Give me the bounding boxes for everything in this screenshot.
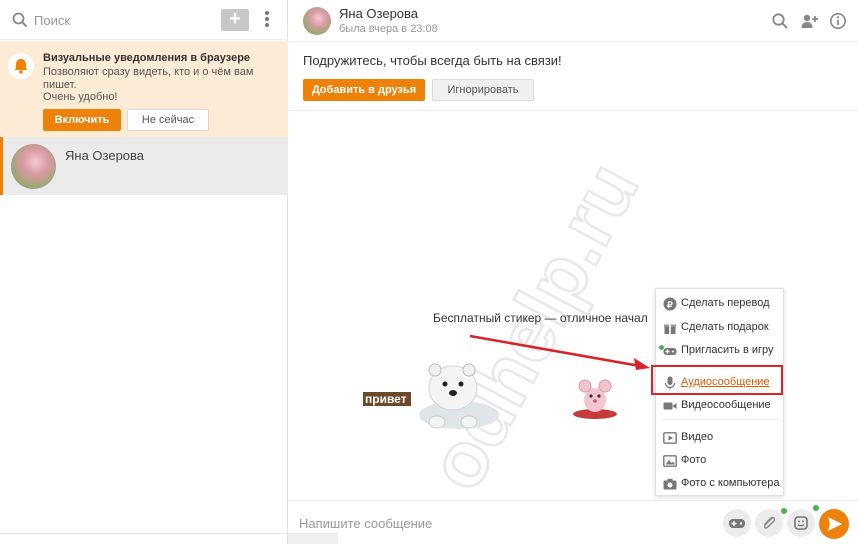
highlight-box [651,365,783,395]
avatar[interactable] [303,7,331,35]
notification-text: Позволяют сразу видеть, кто и о чём вам … [43,66,254,91]
conversation-header: Яна Озерова была вчера в 23:08 [289,0,858,42]
contact-status: была вчера в 23:08 [339,23,438,35]
menu-item-photo[interactable]: Фото [656,450,785,473]
ignore-button[interactable]: Игнорировать [432,79,534,101]
menu-item-label: Фото [681,454,707,466]
bell-icon-wrapper [8,53,34,79]
friend-prompt-text: Подружитесь, чтобы всегда быть на связи! [303,53,562,68]
menu-item-transfer[interactable]: ₽ Сделать перевод [656,293,785,316]
gamepad-icon [663,348,677,355]
svg-text:₽: ₽ [667,300,673,310]
camera-icon [663,478,677,490]
add-friend-button[interactable]: Добавить в друзья [303,79,425,101]
send-button[interactable] [819,509,849,539]
annotation-arrow [469,334,650,370]
menu-item-video[interactable]: Видео [656,427,785,450]
chat-list-panel: + Визуальные уведомления в браузере Позв… [0,0,288,544]
contact-name[interactable]: Яна Озерова [339,6,418,21]
chat-name: Яна Озерова [65,148,145,163]
new-chat-button[interactable]: + [221,9,249,31]
image-icon [663,455,677,467]
search-icon[interactable] [771,12,789,30]
video-camera-icon [663,402,677,410]
gamepad-icon [729,519,745,528]
bell-icon [14,59,28,74]
list-item[interactable]: Яна Озерова [0,137,288,195]
not-now-button[interactable]: Не сейчас [127,109,209,131]
add-friend-icon[interactable] [800,12,818,30]
menu-item-label: Сделать перевод [681,297,770,309]
friend-prompt: Подружитесь, чтобы всегда быть на связи!… [289,43,858,111]
ruble-icon: ₽ [663,297,677,311]
mouse-sticker[interactable] [567,374,623,422]
paperclip-icon [763,516,776,529]
enable-notifications-button[interactable]: Включить [43,109,121,131]
game-button[interactable] [723,509,751,537]
notification-banner: Визуальные уведомления в браузере Позвол… [0,41,288,137]
video-play-icon [663,432,677,444]
menu-item-gift[interactable]: Сделать подарок [656,317,785,340]
more-vertical-icon[interactable] [262,11,272,29]
online-dot [659,345,664,350]
menu-item-invite-game[interactable]: Пригласить в игру [656,340,785,363]
left-footer [0,533,288,544]
info-icon[interactable] [829,12,847,30]
menu-item-label: Видео [681,431,714,443]
chat-list-toolbar: + [0,0,288,40]
composer [289,500,858,544]
menu-divider [662,419,779,420]
gift-icon [664,324,676,334]
search-input[interactable] [34,10,204,30]
message-input[interactable] [299,513,679,533]
menu-item-label: Сделать подарок [681,321,769,333]
smiley-icon [794,516,808,530]
smiley-button[interactable] [787,509,815,537]
attach-button[interactable] [755,509,783,537]
menu-item-video-message[interactable]: Видеосообщение [656,395,785,418]
send-icon [828,517,842,531]
avatar [11,144,56,189]
notification-title: Визуальные уведомления в браузере [43,52,251,64]
sticker-caption: Бесплатный стикер — отличное начал [433,311,648,325]
notification-text-2: Очень удобно! [43,91,118,103]
sticker-text: привет [365,392,407,406]
search-icon[interactable] [12,12,28,28]
menu-item-label: Пригласить в игру [681,344,774,356]
menu-item-label: Фото с компьютера [681,477,780,489]
menu-item-label: Видеосообщение [681,399,771,411]
menu-item-photo-from-computer[interactable]: Фото с компьютера [656,473,785,496]
